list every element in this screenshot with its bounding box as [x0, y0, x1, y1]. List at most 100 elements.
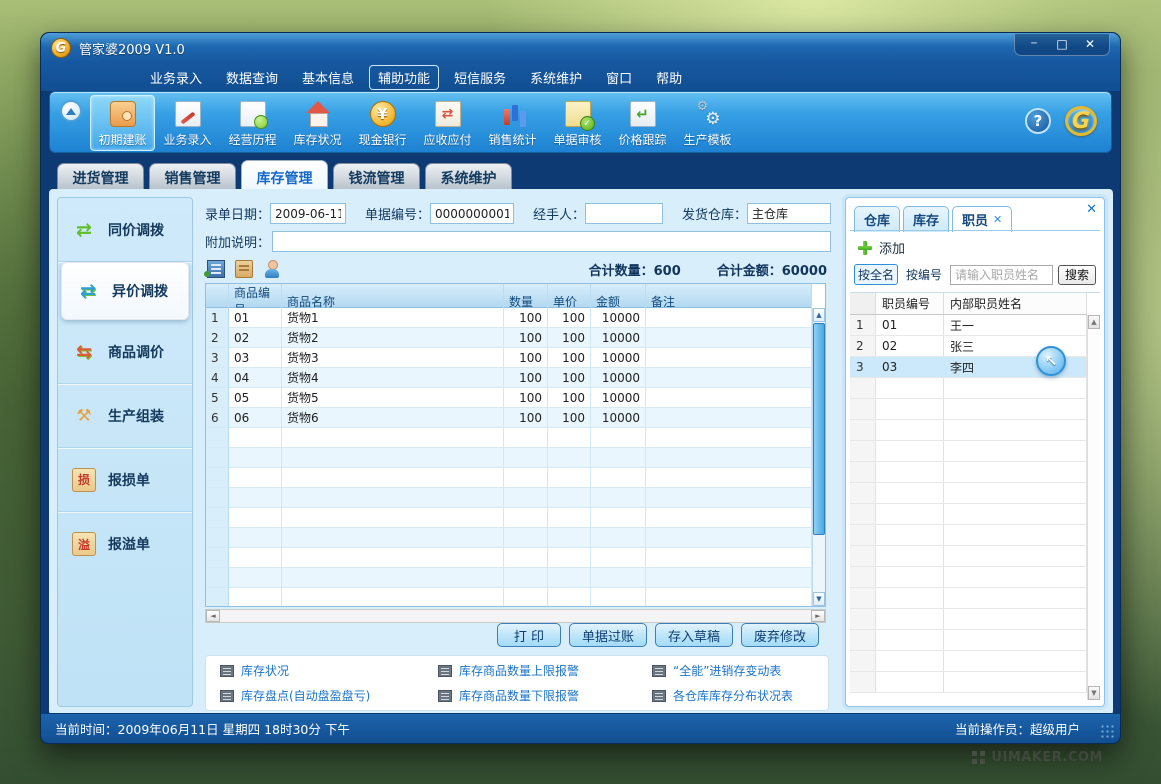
table-row-empty[interactable]	[206, 568, 812, 588]
minimize-button[interactable]	[1021, 36, 1047, 52]
toolbar-button[interactable]: 经营历程	[220, 95, 285, 151]
table-row-empty[interactable]	[206, 428, 812, 448]
help-icon[interactable]	[1025, 108, 1051, 134]
filter-by-fullname[interactable]: 按全名	[854, 264, 898, 285]
scroll-down-icon[interactable]	[1088, 686, 1100, 700]
toolbar-button[interactable]: 初期建账	[90, 95, 155, 151]
horizontal-scrollbar[interactable]	[205, 609, 826, 623]
sidebar-item[interactable]: 异价调拨	[61, 262, 189, 320]
table-row[interactable]: 5 05 货物5 100 100 10000	[206, 388, 812, 408]
table-row[interactable]: 4 04 货物4 100 100 10000	[206, 368, 812, 388]
table-row-empty[interactable]	[206, 528, 812, 548]
table-row-empty[interactable]	[850, 462, 1087, 483]
report-link[interactable]: 库存盘点(自动盘盈盘亏)	[220, 687, 438, 704]
toolbar-button[interactable]: 现金银行	[350, 95, 415, 151]
table-row[interactable]: 6 06 货物6 100 100 10000	[206, 408, 812, 428]
toolbar-button[interactable]: 销售统计	[480, 95, 545, 151]
table-row[interactable]: 3 03 货物3 100 100 10000	[206, 348, 812, 368]
note-input[interactable]	[272, 231, 831, 252]
staff-icon[interactable]	[263, 260, 281, 278]
table-row-empty[interactable]	[850, 651, 1087, 672]
primary-tab[interactable]: 销售管理	[149, 163, 236, 189]
lookup-tab[interactable]: 职员	[952, 206, 1012, 232]
table-row-empty[interactable]	[850, 672, 1087, 693]
report-link[interactable]: 库存商品数量上限报警	[438, 662, 652, 679]
sidebar-item[interactable]: 同价调拨	[58, 198, 192, 262]
toolbar-button[interactable]: 价格跟踪	[610, 95, 675, 151]
primary-tab[interactable]: 库存管理	[241, 160, 328, 189]
resize-grip[interactable]	[1100, 724, 1114, 738]
close-button[interactable]	[1077, 36, 1103, 52]
scroll-down-icon[interactable]	[813, 592, 825, 606]
add-staff-button[interactable]: 添加	[858, 238, 905, 257]
sidebar-item[interactable]: 商品调价	[58, 320, 192, 384]
table-row-empty[interactable]	[206, 588, 812, 606]
print-button[interactable]: 打 印	[497, 623, 561, 647]
scroll-left-icon[interactable]	[206, 610, 220, 622]
toolbar-button[interactable]: 应收应付	[415, 95, 480, 151]
lookup-tab[interactable]: 仓库	[854, 206, 900, 232]
goods-box-icon[interactable]	[235, 260, 253, 278]
table-row-empty[interactable]	[850, 567, 1087, 588]
primary-tab[interactable]: 系统维护	[425, 163, 512, 189]
primary-tab[interactable]: 进货管理	[57, 163, 144, 189]
menu-item[interactable]: 辅助功能	[369, 65, 439, 90]
menu-item[interactable]: 基本信息	[293, 65, 363, 90]
menu-item[interactable]: 业务录入	[141, 65, 211, 90]
panel-close-icon[interactable]	[1086, 202, 1097, 217]
sidebar-item[interactable]: 生产组装	[58, 384, 192, 448]
table-row-empty[interactable]	[850, 609, 1087, 630]
vertical-scrollbar[interactable]	[812, 308, 825, 606]
doc-number-input[interactable]	[430, 203, 514, 224]
table-row[interactable]: 1 01 货物1 100 100 10000	[206, 308, 812, 328]
table-row-empty[interactable]	[850, 630, 1087, 651]
primary-tab[interactable]: 钱流管理	[333, 163, 420, 189]
scroll-up-icon[interactable]	[1088, 315, 1100, 329]
table-row[interactable]: 2 02 货物2 100 100 10000	[206, 328, 812, 348]
table-row-empty[interactable]	[850, 483, 1087, 504]
scrollbar-thumb[interactable]	[813, 323, 825, 535]
discard-changes-button[interactable]: 废弃修改	[741, 623, 819, 647]
table-row-empty[interactable]	[850, 399, 1087, 420]
toolbar-button[interactable]: 库存状况	[285, 95, 350, 151]
lookup-tab[interactable]: 库存	[903, 206, 949, 232]
menu-item[interactable]: 帮助	[647, 65, 691, 90]
toolbar-button[interactable]: 生产模板	[675, 95, 740, 151]
report-link[interactable]: 库存商品数量下限报警	[438, 687, 652, 704]
table-row-empty[interactable]	[206, 548, 812, 568]
table-row-empty[interactable]	[850, 378, 1087, 399]
collapse-toolbar-button[interactable]	[60, 100, 82, 122]
warehouse-input[interactable]	[747, 203, 831, 224]
toolbar-button[interactable]: 业务录入	[155, 95, 220, 151]
title-bar[interactable]: G 管家婆2009 V1.0	[41, 33, 1120, 63]
table-row-empty[interactable]	[850, 525, 1087, 546]
sidebar-item[interactable]: 损 报损单	[58, 448, 192, 512]
tab-close-icon[interactable]	[993, 213, 1002, 226]
sidebar-item[interactable]: 溢 报溢单	[58, 512, 192, 576]
table-row-empty[interactable]	[206, 448, 812, 468]
report-link[interactable]: 库存状况	[220, 662, 438, 679]
post-document-button[interactable]: 单据过账	[569, 623, 647, 647]
scroll-right-icon[interactable]	[811, 610, 825, 622]
toolbar-button[interactable]: 单据审核	[545, 95, 610, 151]
menu-item[interactable]: 短信服务	[445, 65, 515, 90]
staff-search-input[interactable]	[950, 265, 1053, 285]
report-link[interactable]: “全能”进销存变动表	[652, 662, 828, 679]
table-row-empty[interactable]	[850, 588, 1087, 609]
table-row-empty[interactable]	[850, 504, 1087, 525]
table-row-empty[interactable]	[850, 546, 1087, 567]
table-row-empty[interactable]	[206, 468, 812, 488]
staff-scrollbar[interactable]	[1087, 315, 1100, 700]
menu-item[interactable]: 系统维护	[521, 65, 591, 90]
warehouse-icon[interactable]	[207, 260, 225, 278]
table-row-empty[interactable]	[206, 488, 812, 508]
menu-item[interactable]: 数据查询	[217, 65, 287, 90]
date-input[interactable]	[270, 203, 346, 224]
table-row-empty[interactable]	[206, 508, 812, 528]
handler-input[interactable]	[585, 203, 663, 224]
menu-item[interactable]: 窗口	[597, 65, 641, 90]
filter-by-code[interactable]: 按编号	[903, 265, 945, 284]
search-button[interactable]: 搜索	[1058, 265, 1096, 285]
scroll-up-icon[interactable]	[813, 308, 825, 322]
table-row-empty[interactable]	[850, 441, 1087, 462]
